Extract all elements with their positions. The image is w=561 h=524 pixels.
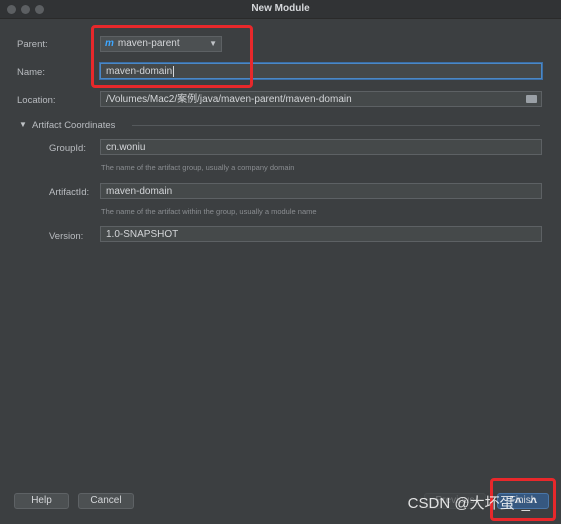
groupid-label: GroupId: xyxy=(49,143,86,154)
location-label: Location: xyxy=(17,95,56,106)
groupid-hint: The name of the artifact group, usually … xyxy=(101,163,295,172)
folder-icon[interactable] xyxy=(526,95,537,103)
dialog-title: New Module xyxy=(251,3,310,14)
groupid-field-value: cn.woniu xyxy=(106,142,146,153)
artifactid-field-value: maven-domain xyxy=(106,186,173,197)
watermark: CSDN @大坏蛋^_^ xyxy=(407,495,537,512)
version-field[interactable]: 1.0-SNAPSHOT xyxy=(100,226,542,242)
collapse-arrow-icon[interactable]: ▼ xyxy=(19,120,27,129)
artifactid-label: ArtifactId: xyxy=(49,187,90,198)
cancel-button[interactable]: Cancel xyxy=(78,493,134,509)
artifactid-field[interactable]: maven-domain xyxy=(100,183,542,199)
parent-label: Parent: xyxy=(17,39,48,50)
artifactid-hint: The name of the artifact within the grou… xyxy=(101,207,317,216)
version-label: Version: xyxy=(49,231,84,242)
highlight-box-parent-name xyxy=(91,25,253,88)
new-module-dialog: New Module Parent: m maven-parent ▼ Name:… xyxy=(0,0,561,524)
title-bar: New Module xyxy=(0,0,561,19)
version-field-value: 1.0-SNAPSHOT xyxy=(106,229,179,240)
artifact-coordinates-header[interactable]: Artifact Coordinates xyxy=(32,120,115,131)
help-button[interactable]: Help xyxy=(14,493,69,509)
section-divider xyxy=(132,125,540,126)
name-label: Name: xyxy=(17,67,45,78)
groupid-field[interactable]: cn.woniu xyxy=(100,139,542,155)
location-field-value: /Volumes/Mac2/案例/java/maven-parent/maven… xyxy=(106,94,352,105)
location-field[interactable]: /Volumes/Mac2/案例/java/maven-parent/maven… xyxy=(100,91,542,107)
